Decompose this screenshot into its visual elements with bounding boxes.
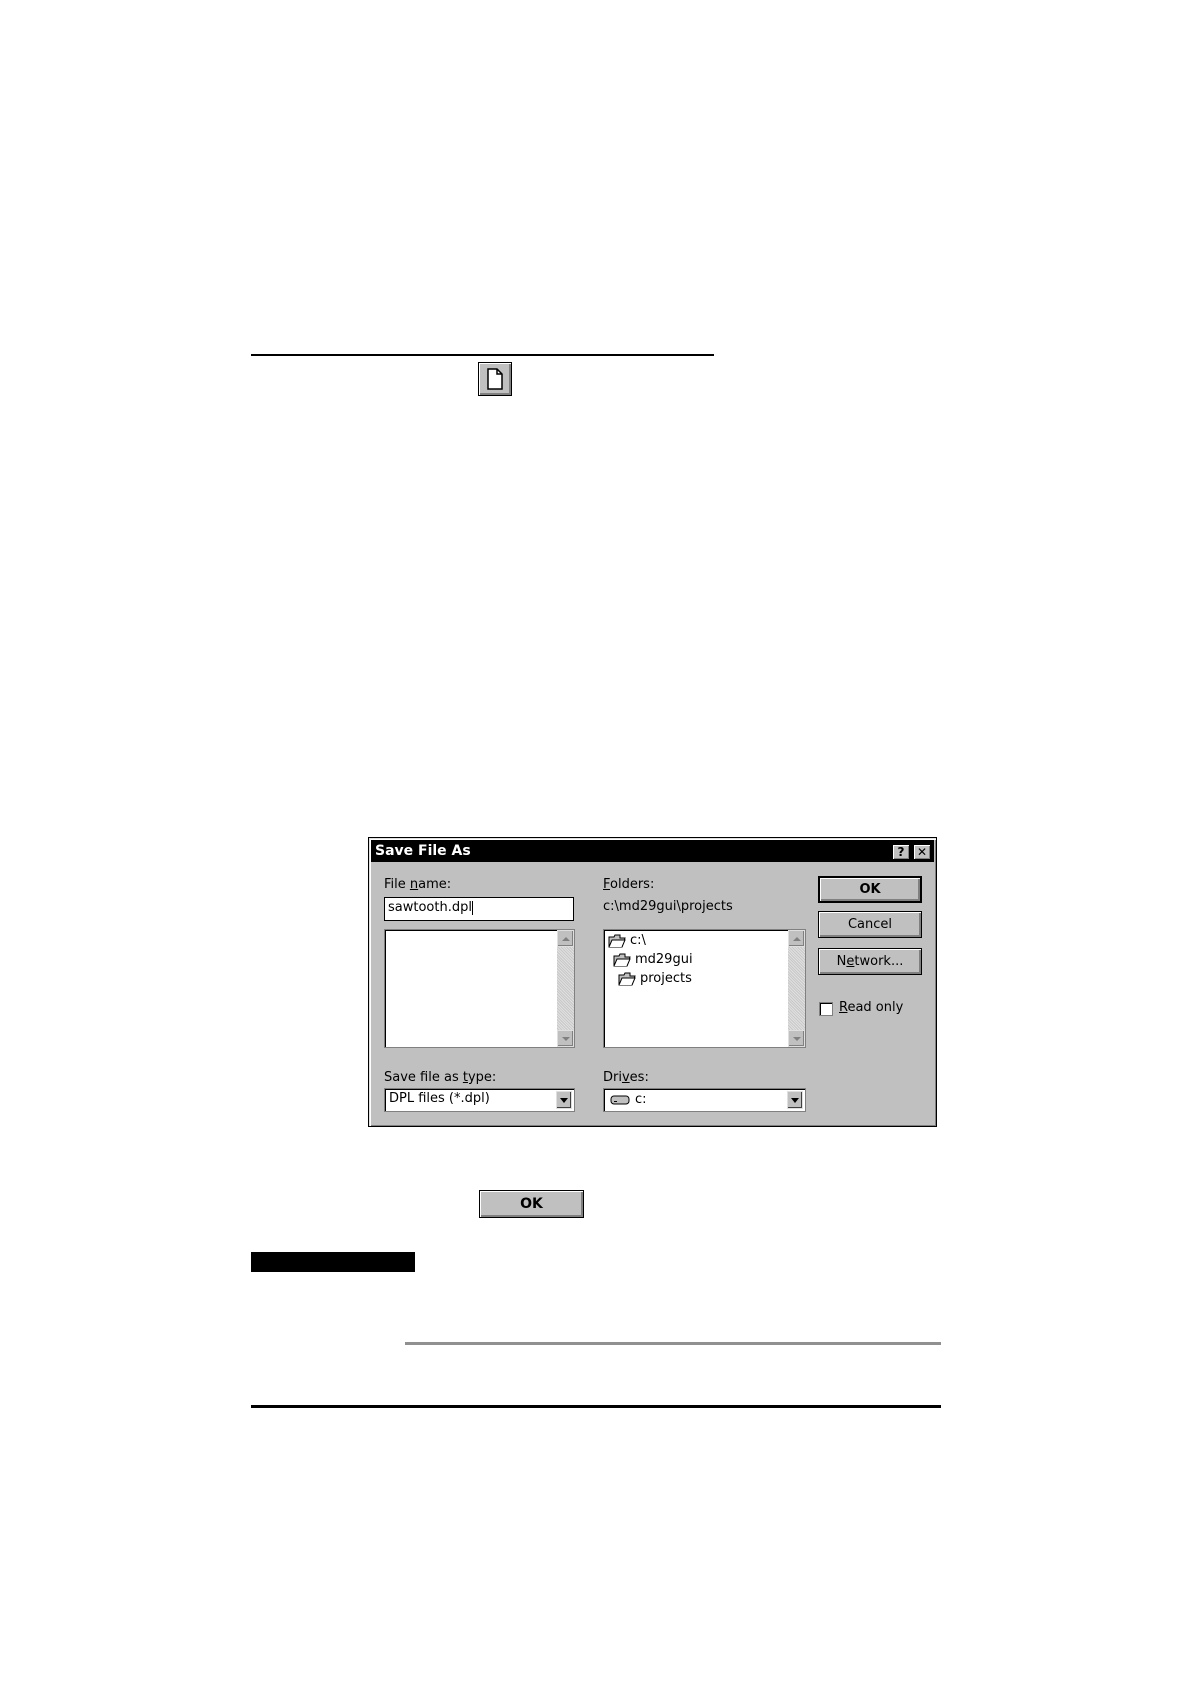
- folder-tree-scrollbar[interactable]: [788, 930, 805, 1047]
- drives-value: c:: [635, 1092, 647, 1107]
- save-type-label: Save file as type:: [384, 1070, 497, 1085]
- file-name-value: sawtooth.dpl: [388, 900, 472, 915]
- bottom-rule: [251, 1405, 941, 1408]
- arrow-down-icon: [561, 1036, 570, 1041]
- folder-label: c:\: [630, 933, 646, 948]
- folder-open-icon: [613, 953, 631, 966]
- save-type-select[interactable]: DPL files (*.dpl): [384, 1088, 575, 1112]
- file-name-label: File name:: [384, 877, 452, 892]
- close-icon: ✕: [916, 845, 928, 859]
- folder-open-icon: [608, 934, 626, 947]
- file-list-scrollbar[interactable]: [557, 930, 574, 1047]
- current-folder-path: c:\md29gui\projects: [603, 899, 733, 914]
- help-icon: ?: [897, 845, 905, 859]
- arrow-up-icon: [561, 936, 570, 941]
- folder-item-root[interactable]: c:\: [608, 933, 646, 948]
- read-only-checkbox[interactable]: [819, 1002, 833, 1016]
- save-file-as-dialog: Save File As ? ✕ File name: sawtooth.dpl…: [368, 837, 937, 1127]
- save-type-value: DPL files (*.dpl): [389, 1091, 490, 1106]
- dialog-title: Save File As: [375, 843, 471, 859]
- standalone-ok-button[interactable]: OK: [479, 1190, 584, 1218]
- folder-tree[interactable]: c:\ md29gui projects: [603, 929, 806, 1048]
- ok-button[interactable]: OK: [818, 876, 922, 903]
- note-rule: [405, 1342, 941, 1345]
- scroll-down-button[interactable]: [557, 1030, 574, 1047]
- folder-open-icon: [618, 972, 636, 985]
- folder-item-md29gui[interactable]: md29gui: [613, 952, 693, 967]
- folders-label: Folders:: [603, 877, 655, 892]
- chevron-down-icon: [791, 1097, 799, 1103]
- arrow-up-icon: [792, 936, 801, 941]
- folder-item-projects[interactable]: projects: [618, 971, 692, 986]
- cancel-button[interactable]: Cancel: [818, 911, 922, 938]
- read-only-label: Read only: [839, 1000, 904, 1015]
- scroll-up-button[interactable]: [788, 930, 805, 947]
- drives-label: Drives:: [603, 1070, 649, 1085]
- new-document-icon: [487, 368, 503, 390]
- network-button[interactable]: Network...: [818, 948, 922, 975]
- new-document-button[interactable]: [478, 362, 512, 396]
- dialog-title-bar: Save File As ? ✕: [371, 840, 934, 862]
- arrow-down-icon: [792, 1036, 801, 1041]
- drive-icon: [610, 1095, 630, 1105]
- file-name-input[interactable]: sawtooth.dpl: [384, 897, 574, 921]
- scroll-down-button[interactable]: [788, 1030, 805, 1047]
- drives-dropdown-button[interactable]: [787, 1091, 803, 1109]
- help-button[interactable]: ?: [892, 844, 910, 860]
- file-list[interactable]: [384, 929, 575, 1048]
- text-cursor: [471, 900, 473, 915]
- chevron-down-icon: [560, 1097, 568, 1103]
- save-type-dropdown-button[interactable]: [556, 1091, 572, 1109]
- drives-select[interactable]: c:: [603, 1088, 806, 1112]
- scroll-up-button[interactable]: [557, 930, 574, 947]
- folder-label: projects: [640, 971, 692, 986]
- section-header-bar: [251, 1252, 415, 1272]
- top-rule: [251, 354, 714, 356]
- folder-label: md29gui: [635, 952, 693, 967]
- close-button[interactable]: ✕: [913, 844, 931, 860]
